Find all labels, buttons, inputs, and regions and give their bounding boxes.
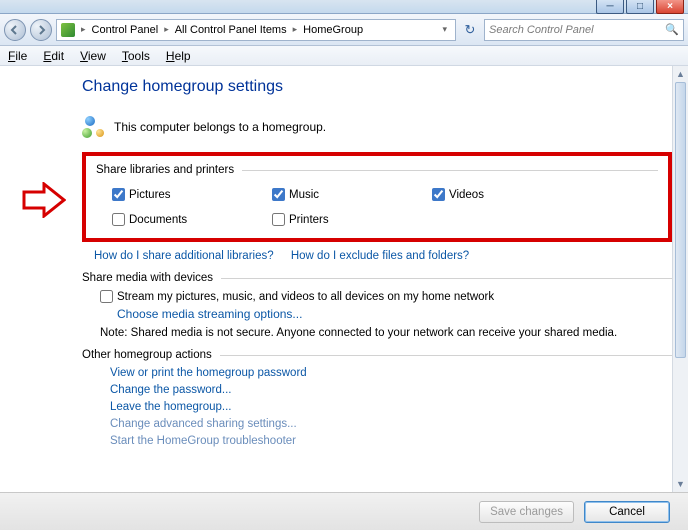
highlight-arrow-icon [22,182,66,218]
checkbox-videos[interactable]: Videos [432,188,592,201]
checkbox-stream-input[interactable] [100,290,113,303]
link-view-password[interactable]: View or print the homegroup password [110,367,672,379]
window-close-button[interactable]: × [656,0,684,14]
checkbox-music-label: Music [289,189,319,201]
checkbox-videos-label: Videos [449,189,484,201]
media-note: Note: Shared media is not secure. Anyone… [100,327,672,339]
link-leave-homegroup[interactable]: Leave the homegroup... [110,401,672,413]
link-troubleshooter[interactable]: Start the HomeGroup troubleshooter [110,435,672,447]
search-icon: 🔍 [665,23,679,36]
media-section: Share media with devices Stream my pictu… [82,272,672,339]
belongs-text: This computer belongs to a homegroup. [114,120,326,134]
menu-view[interactable]: View [80,49,106,63]
nav-forward-button[interactable] [30,19,52,41]
search-placeholder: Search Control Panel [489,24,594,36]
save-button[interactable]: Save changes [479,501,574,523]
media-legend: Share media with devices [82,272,213,284]
share-libraries-fieldset: Share libraries and printers Pictures Mu… [82,152,672,242]
checkbox-documents-label: Documents [129,214,187,226]
checkbox-music-input[interactable] [272,188,285,201]
breadcrumb-item[interactable]: All Control Panel Items [173,24,289,36]
breadcrumb-sep-icon: ▸ [160,24,173,35]
breadcrumb-sep-icon: ▸ [77,24,90,35]
menu-bar: File Edit View Tools Help [0,46,688,66]
menu-edit[interactable]: Edit [43,49,64,63]
checkbox-printers[interactable]: Printers [272,213,432,226]
window-maximize-button[interactable]: □ [626,0,654,14]
page-title: Change homegroup settings [82,78,672,96]
title-bar: ─ □ × [0,0,688,14]
checkbox-pictures[interactable]: Pictures [112,188,272,201]
actions-section: Other homegroup actions View or print th… [82,349,672,447]
share-libraries-legend: Share libraries and printers [96,164,234,176]
checkbox-stream-label: Stream my pictures, music, and videos to… [117,291,494,303]
refresh-button[interactable]: ↻ [460,20,480,40]
homegroup-icon [82,116,104,138]
checkbox-videos-input[interactable] [432,188,445,201]
menu-file[interactable]: File [8,49,27,63]
cancel-button[interactable]: Cancel [584,501,670,523]
checkbox-stream[interactable]: Stream my pictures, music, and videos to… [100,290,672,303]
link-exclude[interactable]: How do I exclude files and folders? [291,250,469,262]
checkbox-music[interactable]: Music [272,188,432,201]
breadcrumb-dropdown-icon[interactable]: ▾ [438,24,451,35]
breadcrumb-item[interactable]: Control Panel [90,24,161,36]
footer-bar: Save changes Cancel [0,492,688,530]
checkbox-documents-input[interactable] [112,213,125,226]
checkbox-printers-input[interactable] [272,213,285,226]
menu-tools[interactable]: Tools [122,49,150,63]
menu-help[interactable]: Help [166,49,191,63]
checkbox-pictures-input[interactable] [112,188,125,201]
link-advanced-sharing[interactable]: Change advanced sharing settings... [110,418,672,430]
checkbox-documents[interactable]: Documents [112,213,272,226]
control-panel-icon [61,23,75,37]
search-input[interactable]: Search Control Panel 🔍 [484,19,684,41]
nav-back-button[interactable] [4,19,26,41]
link-media-options[interactable]: Choose media streaming options... [117,307,672,321]
belongs-row: This computer belongs to a homegroup. [82,116,672,138]
nav-bar: ▸ Control Panel ▸ All Control Panel Item… [0,14,688,46]
content-area: Change homegroup settings This computer … [0,66,688,506]
link-change-password[interactable]: Change the password... [110,384,672,396]
breadcrumb-sep-icon: ▸ [289,24,302,35]
breadcrumb-item[interactable]: HomeGroup [301,24,365,36]
link-share-additional[interactable]: How do I share additional libraries? [94,250,274,262]
breadcrumb[interactable]: ▸ Control Panel ▸ All Control Panel Item… [56,19,456,41]
checkbox-printers-label: Printers [289,214,329,226]
actions-legend: Other homegroup actions [82,349,212,361]
help-links: How do I share additional libraries? How… [82,250,672,262]
checkbox-pictures-label: Pictures [129,189,171,201]
window-minimize-button[interactable]: ─ [596,0,624,14]
